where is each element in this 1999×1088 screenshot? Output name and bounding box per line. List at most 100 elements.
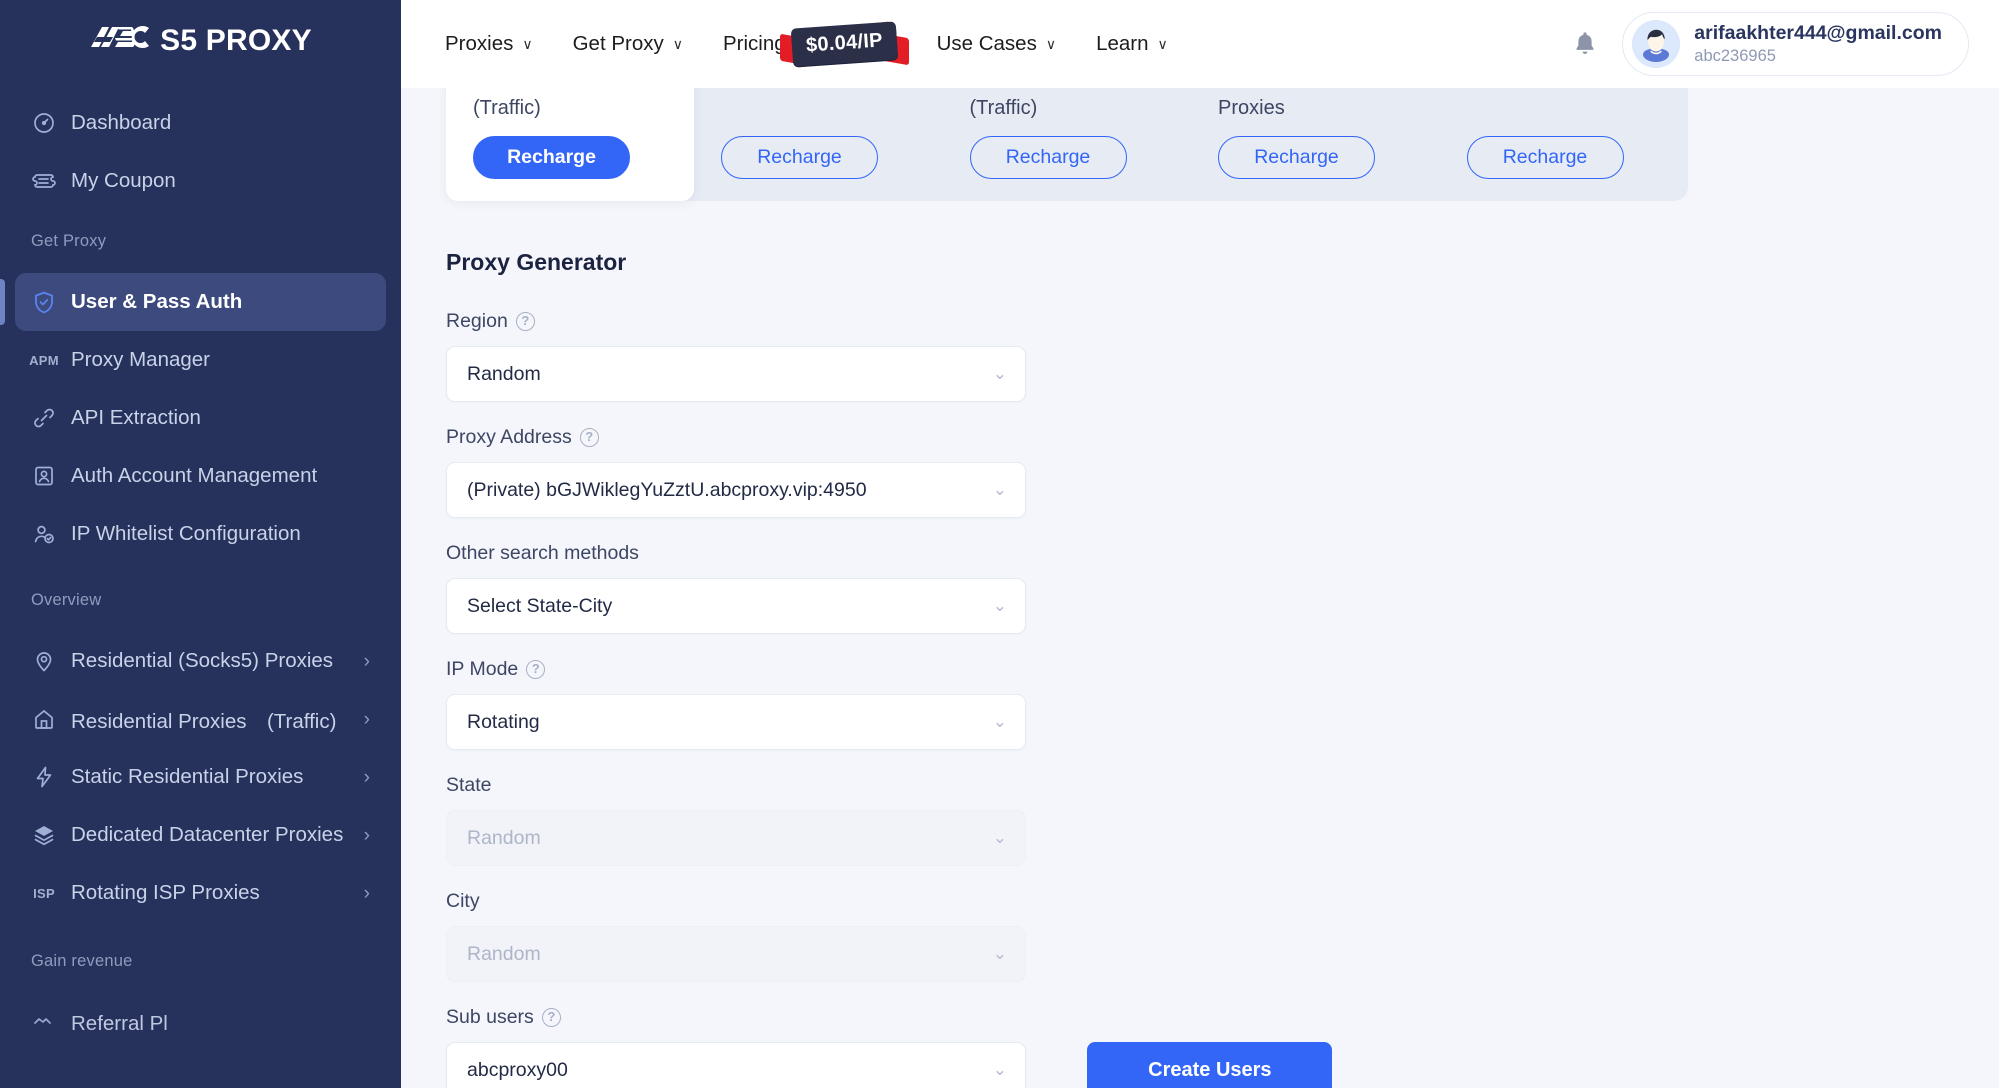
proxy-address-select[interactable]: (Private) bGJWiklegYuZztU.abcproxy.vip:4…: [446, 462, 1026, 518]
or-separator: or: [1048, 1083, 1065, 1088]
chevron-down-icon: ∨: [672, 36, 683, 52]
region-label: Region: [446, 310, 508, 332]
price-promo-badge[interactable]: $0.04/IP: [779, 21, 909, 68]
chevron-down-icon: ⌄: [992, 480, 1007, 499]
sub-users-select[interactable]: abcproxy00 ⌄: [446, 1042, 1026, 1088]
brand-logo[interactable]: S5 PROXY: [0, 0, 401, 88]
balance-card-label: [694, 97, 943, 120]
sidebar-item-residential-socks5-proxies[interactable]: Residential (Socks5) Proxies ›: [15, 632, 386, 690]
sidebar-item-static-residential-proxies[interactable]: Static Residential Proxies ›: [15, 748, 386, 806]
page-title: Proxy Generator: [446, 249, 627, 275]
region-value: Random: [467, 362, 541, 385]
chevron-right-icon: ›: [363, 766, 370, 788]
sidebar-section-gain-revenue: Gain revenue: [31, 952, 133, 970]
abc-logo-icon: [89, 24, 151, 58]
id-card-icon: [31, 463, 57, 489]
sidebar-item-referral-plan[interactable]: Referral Pl: [15, 995, 386, 1053]
other-search-label: Other search methods: [446, 542, 639, 564]
house-icon: [31, 706, 57, 732]
bolt-icon: [31, 764, 57, 790]
field-proxy-address: Proxy Address ? (Private) bGJWiklegYuZzt…: [446, 426, 1026, 518]
sidebar-item-label: User & Pass Auth: [71, 290, 243, 313]
topnav-label: Pricing: [723, 32, 786, 55]
chevron-down-icon: ⌄: [992, 596, 1007, 615]
ip-mode-select[interactable]: Rotating ⌄: [446, 694, 1026, 750]
balance-card-label: [1440, 97, 1689, 120]
recharge-button-5[interactable]: Recharge: [1466, 136, 1624, 179]
help-icon[interactable]: ?: [515, 312, 535, 331]
apm-badge-icon: APM: [29, 352, 59, 368]
field-region: Region ? Random ⌄: [446, 310, 1026, 402]
layers-icon: [31, 822, 57, 848]
balance-card-label: (Traffic): [969, 97, 1038, 119]
balance-card-1: (Traffic) Recharge: [446, 88, 694, 201]
help-icon[interactable]: ?: [541, 1008, 561, 1027]
sidebar-item-api-extraction[interactable]: API Extraction: [15, 389, 386, 447]
isp-badge-icon: ISP: [33, 885, 55, 901]
sidebar-item-dedicated-datacenter-proxies[interactable]: Dedicated Datacenter Proxies ›: [15, 806, 386, 864]
topnav-label: Use Cases: [936, 32, 1037, 55]
sidebar-group-main: Dashboard My Coupon: [0, 94, 401, 210]
ticket-icon: [31, 168, 57, 194]
recharge-button-1[interactable]: Recharge: [473, 136, 630, 179]
chevron-right-icon: ›: [363, 824, 370, 846]
notification-bell-icon[interactable]: [1570, 27, 1600, 61]
sub-users-row: Sub users ? abcproxy00 ⌄ or Create Users: [446, 1006, 1688, 1088]
sidebar-item-label: API Extraction: [71, 406, 201, 429]
account-menu[interactable]: arifaakhter444@gmail.com abc236965: [1622, 12, 1969, 76]
recharge-button-3[interactable]: Recharge: [969, 136, 1127, 179]
sidebar-item-rotating-isp-proxies[interactable]: ISP Rotating ISP Proxies ›: [15, 864, 386, 922]
help-icon[interactable]: ?: [579, 428, 599, 447]
sidebar-item-label: Proxy Manager: [71, 348, 211, 371]
chevron-down-icon: ⌄: [992, 364, 1007, 383]
sidebar-item-residential-proxies-traffic[interactable]: Residential Proxies (Traffic) ›: [15, 690, 386, 748]
field-ip-mode: IP Mode ? Rotating ⌄: [446, 658, 1026, 750]
sidebar-item-auth-account-management[interactable]: Auth Account Management: [15, 447, 386, 505]
chevron-down-icon: ∨: [522, 36, 533, 52]
topnav-use-cases[interactable]: Use Cases ∨: [937, 32, 1057, 56]
region-select[interactable]: Random ⌄: [446, 346, 1026, 402]
proxy-address-label: Proxy Address: [446, 426, 572, 448]
sidebar-item-proxy-manager[interactable]: APM Proxy Manager: [15, 331, 386, 389]
balance-card-3: (Traffic) Recharge: [943, 88, 1192, 201]
recharge-button-4[interactable]: Recharge: [1218, 136, 1375, 179]
topnav-label: Get Proxy: [572, 32, 664, 55]
link-icon: [31, 405, 57, 431]
sidebar-item-dashboard[interactable]: Dashboard: [15, 94, 386, 152]
sidebar-item-user-pass-auth[interactable]: User & Pass Auth: [0, 273, 386, 331]
gauge-icon: [31, 110, 57, 136]
balance-cards-strip: (Traffic) Recharge Recharge (Traffic) Re…: [446, 88, 1688, 201]
help-icon[interactable]: ?: [526, 660, 546, 679]
other-search-value: Select State-City: [467, 594, 613, 617]
user-check-icon: [31, 521, 57, 547]
topnav-pricing[interactable]: Pricing $0.04/IP: [723, 21, 909, 68]
proxy-generator-section: Proxy Generator Region ? Random ⌄ Proxy …: [401, 201, 1999, 1088]
city-value: Random: [467, 942, 541, 965]
state-label: State: [446, 774, 492, 796]
recharge-button-2[interactable]: Recharge: [721, 136, 878, 179]
topnav-learn[interactable]: Learn ∨: [1096, 32, 1168, 56]
field-sub-users: Sub users ? abcproxy00 ⌄: [446, 1006, 1026, 1088]
field-city: City Random ⌄: [446, 890, 1026, 982]
create-users-button[interactable]: Create Users: [1087, 1042, 1333, 1088]
sidebar-item-label: IP Whitelist Configuration: [71, 522, 301, 545]
other-search-select[interactable]: Select State-City ⌄: [446, 578, 1026, 634]
chevron-right-icon: ›: [363, 708, 370, 730]
balance-card-label: (Traffic): [473, 97, 541, 119]
topnav-get-proxy[interactable]: Get Proxy ∨: [573, 32, 683, 56]
state-select[interactable]: Random ⌄: [446, 810, 1026, 866]
chevron-down-icon: ∨: [1045, 36, 1057, 52]
city-select[interactable]: Random ⌄: [446, 926, 1026, 982]
city-label: City: [446, 890, 480, 912]
sub-users-value: abcproxy00: [467, 1058, 568, 1081]
balance-card-5: Recharge: [1440, 88, 1689, 201]
sidebar-item-label: Static Residential Proxies: [71, 765, 304, 788]
field-state: State Random ⌄: [446, 774, 1026, 866]
sidebar-item-my-coupon[interactable]: My Coupon: [15, 152, 386, 210]
chevron-down-icon: ⌄: [992, 712, 1007, 731]
chevron-right-icon: ›: [363, 650, 370, 672]
sidebar-item-ip-whitelist-configuration[interactable]: IP Whitelist Configuration: [15, 505, 386, 563]
chevron-down-icon: ∨: [1157, 36, 1168, 52]
topnav-proxies[interactable]: Proxies ∨: [445, 32, 533, 56]
chevron-down-icon: ⌄: [992, 1060, 1007, 1079]
